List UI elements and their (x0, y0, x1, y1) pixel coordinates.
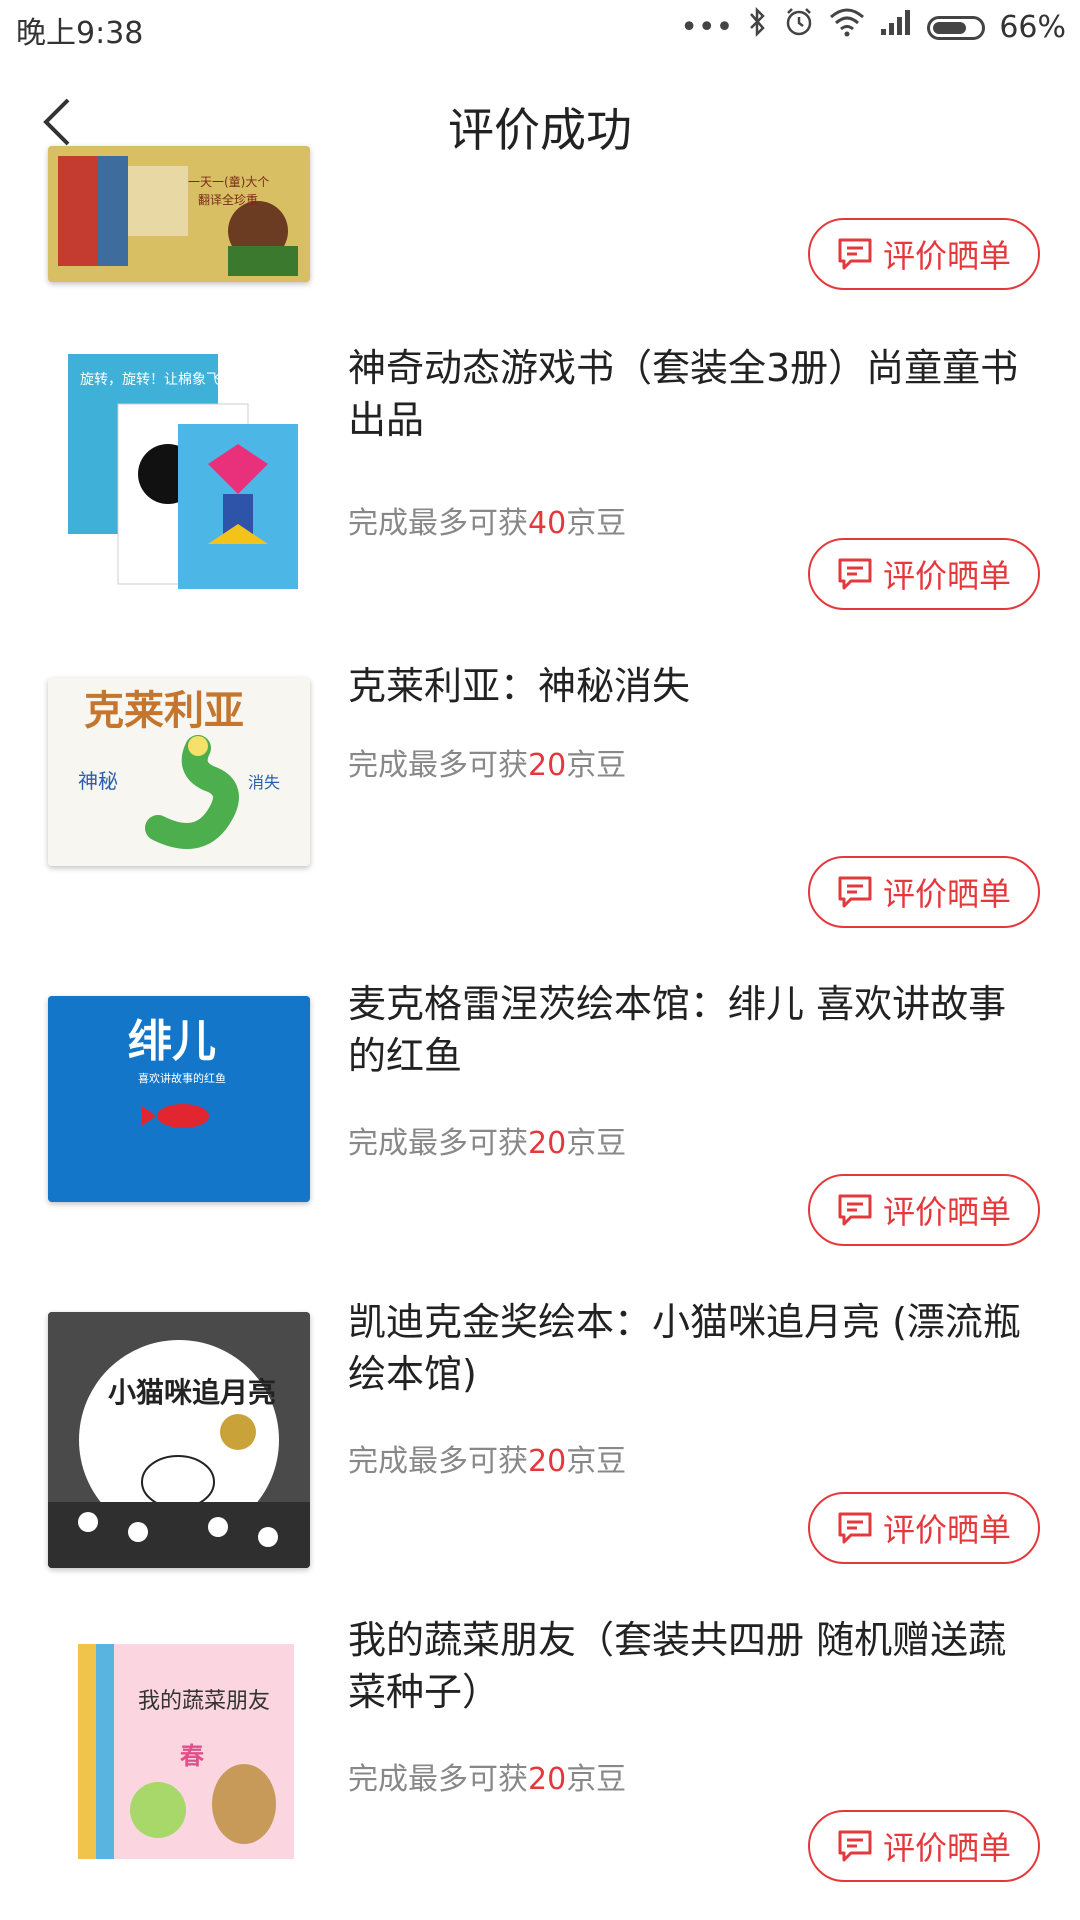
product-title[interactable]: 神奇动态游戏书（套装全3册）尚童童书出品 (348, 342, 1034, 446)
product-cover-image[interactable]: 绯儿 喜欢讲故事的红鱼 (48, 996, 310, 1202)
list-item: 克莱利亚 神秘 消失 克莱利亚：神秘消失 完成最多可获20京豆 评价晒单 (0, 624, 1080, 942)
points-prefix: 完成最多可获 (348, 1444, 528, 1479)
svg-text:神秘: 神秘 (78, 769, 118, 793)
svg-text:消失: 消失 (248, 773, 280, 792)
status-time: 晚上9:38 (16, 16, 144, 51)
comment-icon (838, 1830, 872, 1862)
status-bar: 晚上9:38 ••• 66% (0, 0, 1080, 56)
points-prefix: 完成最多可获 (348, 748, 528, 783)
comment-icon (838, 876, 872, 908)
comment-icon (838, 558, 872, 590)
product-list: 一天一(童)大个 翻译全珍重 评价晒单 旋转，旋转！让棉象飞！ 神奇动态游戏书（… (0, 146, 1080, 1896)
product-title[interactable]: 我的蔬菜朋友（套装共四册 随机赠送蔬菜种子） (348, 1614, 1034, 1718)
svg-text:小猫咪追月亮: 小猫咪追月亮 (108, 1376, 276, 1409)
points-value: 40 (528, 506, 567, 541)
points-suffix: 京豆 (566, 1444, 627, 1479)
list-item: 小猫咪追月亮 凯迪克金奖绘本：小猫咪追月亮 (漂流瓶绘本馆) 完成最多可获20京… (0, 1260, 1080, 1578)
review-button-label: 评价晒单 (882, 1829, 1011, 1867)
svg-text:旋转，旋转！让棉象飞！: 旋转，旋转！让棉象飞！ (80, 371, 234, 388)
list-item: 我的蔬菜朋友 春 我的蔬菜朋友（套装共四册 随机赠送蔬菜种子） 完成最多可获20… (0, 1578, 1080, 1896)
svg-text:克莱利亚: 克莱利亚 (84, 688, 244, 734)
points-prefix: 完成最多可获 (348, 506, 528, 541)
points-prefix: 完成最多可获 (348, 1126, 528, 1161)
review-button-label: 评价晒单 (882, 557, 1011, 595)
comment-icon (838, 1512, 872, 1544)
points-info: 完成最多可获20京豆 (348, 740, 626, 784)
comment-icon (838, 1194, 872, 1226)
points-info: 完成最多可获20京豆 (348, 1436, 626, 1480)
list-item: 一天一(童)大个 翻译全珍重 评价晒单 (0, 146, 1080, 306)
product-title[interactable]: 克莱利亚：神秘消失 (348, 660, 1034, 712)
list-item: 绯儿 喜欢讲故事的红鱼 麦克格雷涅茨绘本馆：绯儿 喜欢讲故事的红鱼 完成最多可获… (0, 942, 1080, 1260)
review-button[interactable]: 评价晒单 (808, 1174, 1040, 1246)
points-prefix: 完成最多可获 (348, 1762, 528, 1797)
product-cover-image[interactable]: 克莱利亚 神秘 消失 (48, 678, 310, 866)
points-suffix: 京豆 (566, 506, 627, 541)
status-icons: ••• 66% (680, 6, 1066, 49)
svg-text:喜欢讲故事的红鱼: 喜欢讲故事的红鱼 (138, 1071, 226, 1085)
points-value: 20 (528, 1444, 567, 1479)
product-title[interactable]: 凯迪克金奖绘本：小猫咪追月亮 (漂流瓶绘本馆) (348, 1296, 1034, 1400)
product-title[interactable]: 麦克格雷涅茨绘本馆：绯儿 喜欢讲故事的红鱼 (348, 978, 1034, 1082)
list-item: 旋转，旋转！让棉象飞！ 神奇动态游戏书（套装全3册）尚童童书出品 完成最多可获4… (0, 306, 1080, 624)
review-button[interactable]: 评价晒单 (808, 538, 1040, 610)
points-suffix: 京豆 (566, 1762, 627, 1797)
points-suffix: 京豆 (566, 748, 627, 783)
bluetooth-icon (747, 6, 769, 49)
wifi-icon (829, 7, 865, 48)
review-button-label: 评价晒单 (882, 875, 1011, 913)
product-cover-image[interactable]: 一天一(童)大个 翻译全珍重 (48, 146, 310, 282)
points-info: 完成最多可获20京豆 (348, 1118, 626, 1162)
product-cover-image[interactable]: 小猫咪追月亮 (48, 1312, 310, 1568)
more-dots-icon: ••• (680, 9, 734, 45)
review-button-label: 评价晒单 (882, 1511, 1011, 1549)
battery-percent: 66% (999, 10, 1066, 45)
comment-icon (838, 238, 872, 270)
review-button[interactable]: 评价晒单 (808, 1492, 1040, 1564)
svg-text:一天一(童)大个: 一天一(童)大个 (188, 174, 269, 189)
review-button[interactable]: 评价晒单 (808, 218, 1040, 290)
review-button[interactable]: 评价晒单 (808, 1810, 1040, 1882)
product-cover-image[interactable]: 我的蔬菜朋友 春 (48, 1634, 310, 1866)
review-button-label: 评价晒单 (882, 237, 1011, 275)
battery-icon (927, 15, 986, 40)
alarm-icon (783, 6, 815, 49)
product-cover-image[interactable]: 旋转，旋转！让棉象飞！ (48, 344, 310, 594)
points-value: 20 (528, 748, 567, 783)
points-value: 20 (528, 1762, 567, 1797)
signal-icon (879, 7, 913, 48)
points-info: 完成最多可获40京豆 (348, 498, 626, 542)
svg-text:春: 春 (180, 1742, 204, 1770)
review-button-label: 评价晒单 (882, 1193, 1011, 1231)
points-value: 20 (528, 1126, 567, 1161)
svg-text:绯儿: 绯儿 (128, 1016, 216, 1067)
points-info: 完成最多可获20京豆 (348, 1754, 626, 1798)
svg-text:我的蔬菜朋友: 我的蔬菜朋友 (138, 1689, 270, 1714)
points-suffix: 京豆 (566, 1126, 627, 1161)
svg-text:翻译全珍重: 翻译全珍重 (198, 192, 258, 207)
review-button[interactable]: 评价晒单 (808, 856, 1040, 928)
